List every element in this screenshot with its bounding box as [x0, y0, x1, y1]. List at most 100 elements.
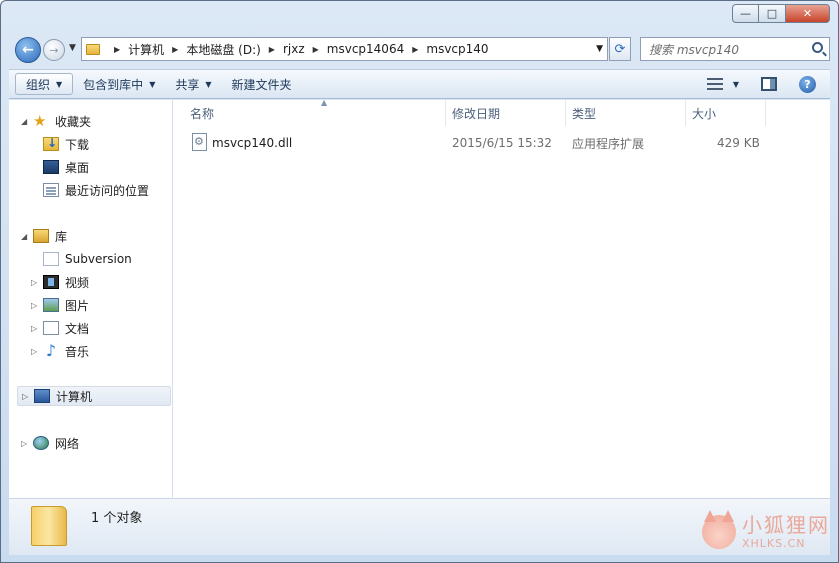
watermark: 小狐狸网 XHLKS.CN: [702, 510, 830, 549]
folder-icon: [86, 43, 100, 55]
network-icon: [33, 436, 49, 450]
file-name: msvcp140.dll: [212, 136, 293, 150]
column-header-name[interactable]: 名称 ▲: [184, 98, 446, 126]
expand-icon[interactable]: ◢: [21, 232, 33, 241]
sidebar-item-network[interactable]: ▷ 网络: [21, 433, 79, 453]
pictures-icon: [43, 298, 59, 312]
dll-file-icon: [192, 133, 207, 151]
sidebar-item-label: 桌面: [65, 160, 90, 175]
share-label: 共享: [175, 77, 200, 92]
explorer-window: — □ ✕ ← → ▼ ▶ 计算机 ▶ 本地磁盘 (D:) ▶ rjxz ▶ m…: [0, 0, 839, 563]
expand-icon[interactable]: ▷: [31, 347, 43, 356]
caption-buttons: — □ ✕: [732, 4, 830, 23]
watermark-text: 小狐狸网 XHLKS.CN: [742, 515, 830, 549]
refresh-icon: ⟳: [614, 41, 626, 57]
expand-icon[interactable]: ▷: [31, 324, 43, 333]
file-size: 429 KB: [717, 136, 760, 150]
breadcrumb-item[interactable]: msvcp140: [426, 42, 488, 56]
chevron-right-icon[interactable]: ▶: [412, 45, 418, 54]
column-header-type[interactable]: 类型: [566, 100, 686, 126]
maximize-button[interactable]: □: [759, 4, 786, 23]
sidebar-item-pictures[interactable]: ▷ 图片: [31, 295, 89, 315]
breadcrumb-item[interactable]: 本地磁盘 (D:): [186, 41, 260, 58]
sidebar-item-label: Subversion: [65, 252, 132, 266]
downloads-folder-icon: [43, 136, 59, 151]
view-options-icon[interactable]: [706, 78, 723, 90]
navigation-pane: ◢ ★ 收藏夹 下载 桌面 最近访问的位置 ◢ 库: [9, 100, 173, 499]
sidebar-item-label: 网络: [55, 436, 80, 451]
file-type: 应用程序扩展: [572, 136, 645, 151]
sidebar-item-music[interactable]: ▷ ♪ 音乐: [31, 341, 89, 361]
column-header-modified[interactable]: 修改日期: [446, 100, 566, 126]
include-library-label: 包含到库中: [83, 77, 144, 92]
chevron-right-icon[interactable]: ▶: [172, 45, 178, 54]
sidebar-item-desktop[interactable]: 桌面: [43, 157, 89, 177]
computer-icon: [34, 389, 50, 403]
navigation-row: ← → ▼ ▶ 计算机 ▶ 本地磁盘 (D:) ▶ rjxz ▶ msvcp14…: [11, 35, 831, 65]
sidebar-item-libraries[interactable]: ◢ 库: [21, 226, 67, 246]
sidebar-item-computer[interactable]: ▷ 计算机: [17, 386, 171, 406]
recent-pages-dropdown-icon[interactable]: ▼: [69, 43, 76, 53]
watermark-cn: 小狐狸网: [742, 513, 830, 537]
sidebar-item-label: 收藏夹: [55, 114, 92, 129]
new-folder-label: 新建文件夹: [231, 77, 292, 92]
sidebar-item-label: 计算机: [56, 389, 93, 404]
item-count: 1 个对象: [91, 511, 143, 526]
breadcrumb: ▶ 计算机 ▶ 本地磁盘 (D:) ▶ rjxz ▶ msvcp14064 ▶ …: [106, 41, 489, 58]
view-dropdown-icon[interactable]: ▼: [723, 73, 739, 95]
preview-pane-icon[interactable]: [761, 77, 777, 91]
share-button[interactable]: 共享 ▼: [165, 73, 221, 95]
minimize-button[interactable]: —: [732, 4, 759, 23]
sidebar-item-subversion[interactable]: Subversion: [43, 249, 132, 269]
desktop-icon: [43, 160, 59, 174]
sidebar-item-documents[interactable]: ▷ 文档: [31, 318, 89, 338]
chevron-right-icon[interactable]: ▶: [114, 45, 120, 54]
sidebar-item-label: 下载: [65, 137, 90, 152]
sidebar-item-label: 视频: [65, 275, 90, 290]
command-bar: 组织 ▼ 包含到库中 ▼ 共享 ▼ 新建文件夹 ▼ ?: [9, 69, 830, 99]
include-in-library-button[interactable]: 包含到库中 ▼: [73, 73, 165, 95]
new-folder-button[interactable]: 新建文件夹: [222, 73, 302, 95]
help-icon[interactable]: ?: [799, 75, 816, 93]
expand-icon[interactable]: ▷: [31, 301, 43, 310]
file-row[interactable]: msvcp140.dll 2015/6/15 15:32 应用程序扩展 429 …: [174, 131, 830, 155]
sidebar-item-recent[interactable]: 最近访问的位置: [43, 180, 149, 200]
organize-button[interactable]: 组织 ▼: [15, 73, 74, 95]
back-button[interactable]: ←: [15, 37, 41, 63]
refresh-button[interactable]: ⟳: [609, 37, 631, 61]
sidebar-item-videos[interactable]: ▷ 视频: [31, 272, 89, 292]
subversion-library-icon: [43, 252, 59, 266]
search-placeholder: 搜索 msvcp140: [649, 42, 739, 57]
star-icon: ★: [33, 112, 47, 130]
watermark-en: XHLKS.CN: [742, 537, 806, 550]
breadcrumb-item[interactable]: rjxz: [283, 42, 305, 56]
library-icon: [33, 229, 49, 243]
sort-ascending-icon: ▲: [321, 98, 328, 107]
expand-icon[interactable]: ▷: [22, 392, 34, 401]
breadcrumb-item[interactable]: 计算机: [128, 41, 164, 58]
column-header-label: 大小: [692, 106, 717, 121]
sidebar-item-favorites[interactable]: ◢ ★ 收藏夹: [21, 111, 91, 131]
address-bar[interactable]: ▶ 计算机 ▶ 本地磁盘 (D:) ▶ rjxz ▶ msvcp14064 ▶ …: [81, 37, 608, 61]
close-button[interactable]: ✕: [786, 4, 830, 23]
sidebar-item-label: 最近访问的位置: [65, 183, 150, 198]
chevron-right-icon[interactable]: ▶: [269, 45, 275, 54]
breadcrumb-item[interactable]: msvcp14064: [327, 42, 404, 56]
organize-label: 组织: [26, 77, 51, 92]
column-header-size[interactable]: 大小: [686, 100, 766, 126]
chevron-right-icon[interactable]: ▶: [313, 45, 319, 54]
fox-logo-icon: [702, 510, 736, 549]
search-input[interactable]: 搜索 msvcp140: [640, 37, 830, 61]
expand-icon[interactable]: ▷: [31, 278, 43, 287]
forward-button[interactable]: →: [43, 39, 65, 61]
expand-icon[interactable]: ▷: [21, 439, 33, 448]
chevron-down-icon: ▼: [205, 79, 212, 89]
file-list: 名称 ▲ 修改日期 类型 大小 msvcp140.dll 2015/6/15 1…: [174, 98, 830, 499]
expand-icon[interactable]: ◢: [21, 117, 33, 126]
file-modified: 2015/6/15 15:32: [452, 136, 552, 150]
column-header-label: 类型: [572, 106, 597, 121]
column-header-label: 名称: [190, 106, 215, 121]
search-icon[interactable]: [812, 42, 823, 53]
sidebar-item-downloads[interactable]: 下载: [43, 134, 89, 154]
address-history-dropdown-icon[interactable]: ▼: [596, 44, 603, 54]
